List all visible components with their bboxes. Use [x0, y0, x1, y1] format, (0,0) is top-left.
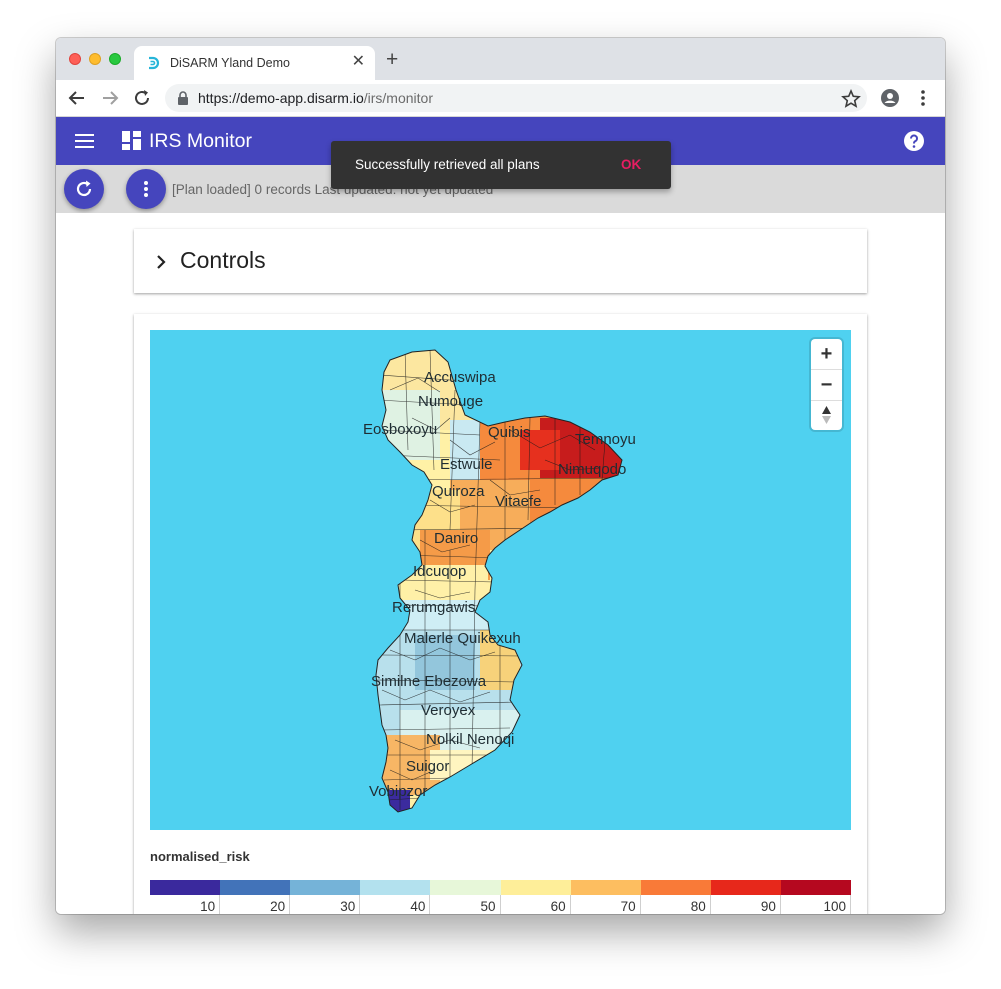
- place-label: Numouge: [418, 393, 484, 410]
- place-label: Vitaefe: [495, 493, 542, 510]
- legend-tick: [639, 895, 641, 914]
- place-label: Veroyex: [421, 702, 476, 719]
- zoom-out-button[interactable]: −: [811, 370, 842, 400]
- legend-label: 60: [550, 899, 566, 914]
- legend-swatch: [780, 880, 852, 895]
- browser-tab[interactable]: DiSARM Yland Demo ✕: [134, 46, 375, 80]
- place-label: Idcuqop: [413, 563, 467, 580]
- legend-label: 80: [690, 899, 706, 914]
- refresh-button[interactable]: [64, 169, 104, 209]
- zoom-in-button[interactable]: +: [811, 339, 842, 369]
- controls-panel-header[interactable]: Controls: [134, 229, 867, 293]
- legend-label: 10: [200, 899, 216, 914]
- legend-label: 40: [410, 899, 426, 914]
- new-tab-icon[interactable]: +: [386, 49, 398, 70]
- legend-tick: [359, 895, 361, 914]
- place-label: Similne Ebezowa: [371, 673, 487, 690]
- legend-tick: [289, 895, 291, 914]
- country-shape: [375, 349, 623, 813]
- reload-icon[interactable]: [131, 87, 153, 109]
- place-label: Vobipzor: [369, 783, 428, 800]
- legend-label: 50: [480, 899, 496, 914]
- url-path: /irs/monitor: [363, 90, 433, 106]
- refresh-icon: [76, 180, 92, 197]
- dashboard-icon: [122, 131, 141, 150]
- legend-label: 30: [340, 899, 356, 914]
- place-label: Quiroza: [432, 483, 485, 500]
- snackbar-ok-button[interactable]: OK: [621, 157, 641, 172]
- legend-tick: [779, 895, 781, 914]
- place-label: Malerle Quikexuh: [404, 630, 521, 647]
- legend-swatch: [640, 880, 712, 895]
- legend-swatch: [710, 880, 782, 895]
- map-zoom-control: + −: [811, 339, 842, 430]
- legend-tick: [709, 895, 711, 914]
- legend-tick: [219, 895, 221, 914]
- lock-icon: [178, 91, 188, 105]
- legend-label: 90: [760, 899, 776, 914]
- place-label: Eosboxoyu: [363, 421, 438, 438]
- legend-swatch: [430, 880, 501, 895]
- legend-title: normalised_risk: [150, 849, 250, 864]
- place-label: Rerumgawis: [392, 599, 476, 616]
- more-vert-icon: [144, 181, 148, 197]
- legend-tick: [499, 895, 501, 914]
- legend-swatch: [570, 880, 642, 895]
- tab-close-icon[interactable]: ✕: [352, 53, 365, 71]
- back-icon[interactable]: [66, 87, 88, 109]
- chevron-right-icon: [157, 255, 166, 269]
- snackbar-message: Successfully retrieved all plans: [355, 157, 540, 172]
- more-options-button[interactable]: [126, 169, 166, 209]
- main-content: Controls Accuswipa Numouge Eosboxoyu Qui…: [56, 213, 945, 914]
- browser-toolbar: https://demo-app.disarm.io/irs/monitor: [56, 80, 945, 117]
- place-label: Nolkil Nenoqi: [426, 731, 515, 748]
- legend-swatch: [290, 880, 361, 895]
- snackbar: Successfully retrieved all plans OK: [331, 141, 671, 189]
- tab-title: DiSARM Yland Demo: [170, 56, 290, 70]
- place-label: Suigor: [406, 758, 450, 775]
- zoom-divider: [811, 400, 842, 401]
- minimize-window-button[interactable]: [89, 53, 101, 65]
- legend-label: 100: [823, 899, 846, 914]
- url-host: https://demo-app.disarm.io: [198, 90, 364, 106]
- place-label: Daniro: [434, 530, 479, 547]
- disarm-favicon-icon: [149, 56, 160, 70]
- place-label: Quibis: [488, 424, 531, 441]
- page-title: IRS Monitor: [149, 130, 252, 152]
- place-label: Temnoyu: [575, 431, 636, 448]
- url-text: https://demo-app.disarm.io/irs/monitor: [198, 90, 433, 106]
- place-label: Accuswipa: [424, 369, 496, 386]
- bookmark-star-icon[interactable]: [841, 89, 861, 109]
- legend-tick: [569, 895, 571, 914]
- tab-strip: DiSARM Yland Demo ✕ +: [56, 38, 945, 80]
- close-window-button[interactable]: [69, 53, 81, 65]
- legend-label: 70: [620, 899, 636, 914]
- place-label: Nimuqodo: [558, 461, 627, 478]
- compass-icon[interactable]: [820, 405, 833, 425]
- risk-map[interactable]: Accuswipa Numouge Eosboxoyu Quibis Temno…: [150, 330, 851, 830]
- legend-color-scale: [150, 880, 852, 895]
- legend-tick: [429, 895, 431, 914]
- account-icon[interactable]: [880, 88, 900, 108]
- menu-icon[interactable]: [75, 133, 94, 149]
- legend-swatch: [220, 880, 291, 895]
- legend-swatch: [500, 880, 572, 895]
- controls-label: Controls: [180, 247, 266, 273]
- legend-swatch: [360, 880, 431, 895]
- legend-tick: [850, 895, 851, 914]
- map-card: Accuswipa Numouge Eosboxoyu Quibis Temno…: [134, 314, 867, 914]
- browser-window: DiSARM Yland Demo ✕ + https://demo-app.d…: [56, 38, 945, 914]
- help-icon[interactable]: [904, 131, 924, 151]
- browser-menu-icon[interactable]: [920, 88, 926, 108]
- legend-swatch: [150, 880, 221, 895]
- forward-icon[interactable]: [99, 87, 121, 109]
- place-label: Estwule: [440, 456, 493, 473]
- address-bar[interactable]: https://demo-app.disarm.io/irs/monitor: [165, 84, 867, 112]
- maximize-window-button[interactable]: [109, 53, 121, 65]
- legend-label: 20: [270, 899, 286, 914]
